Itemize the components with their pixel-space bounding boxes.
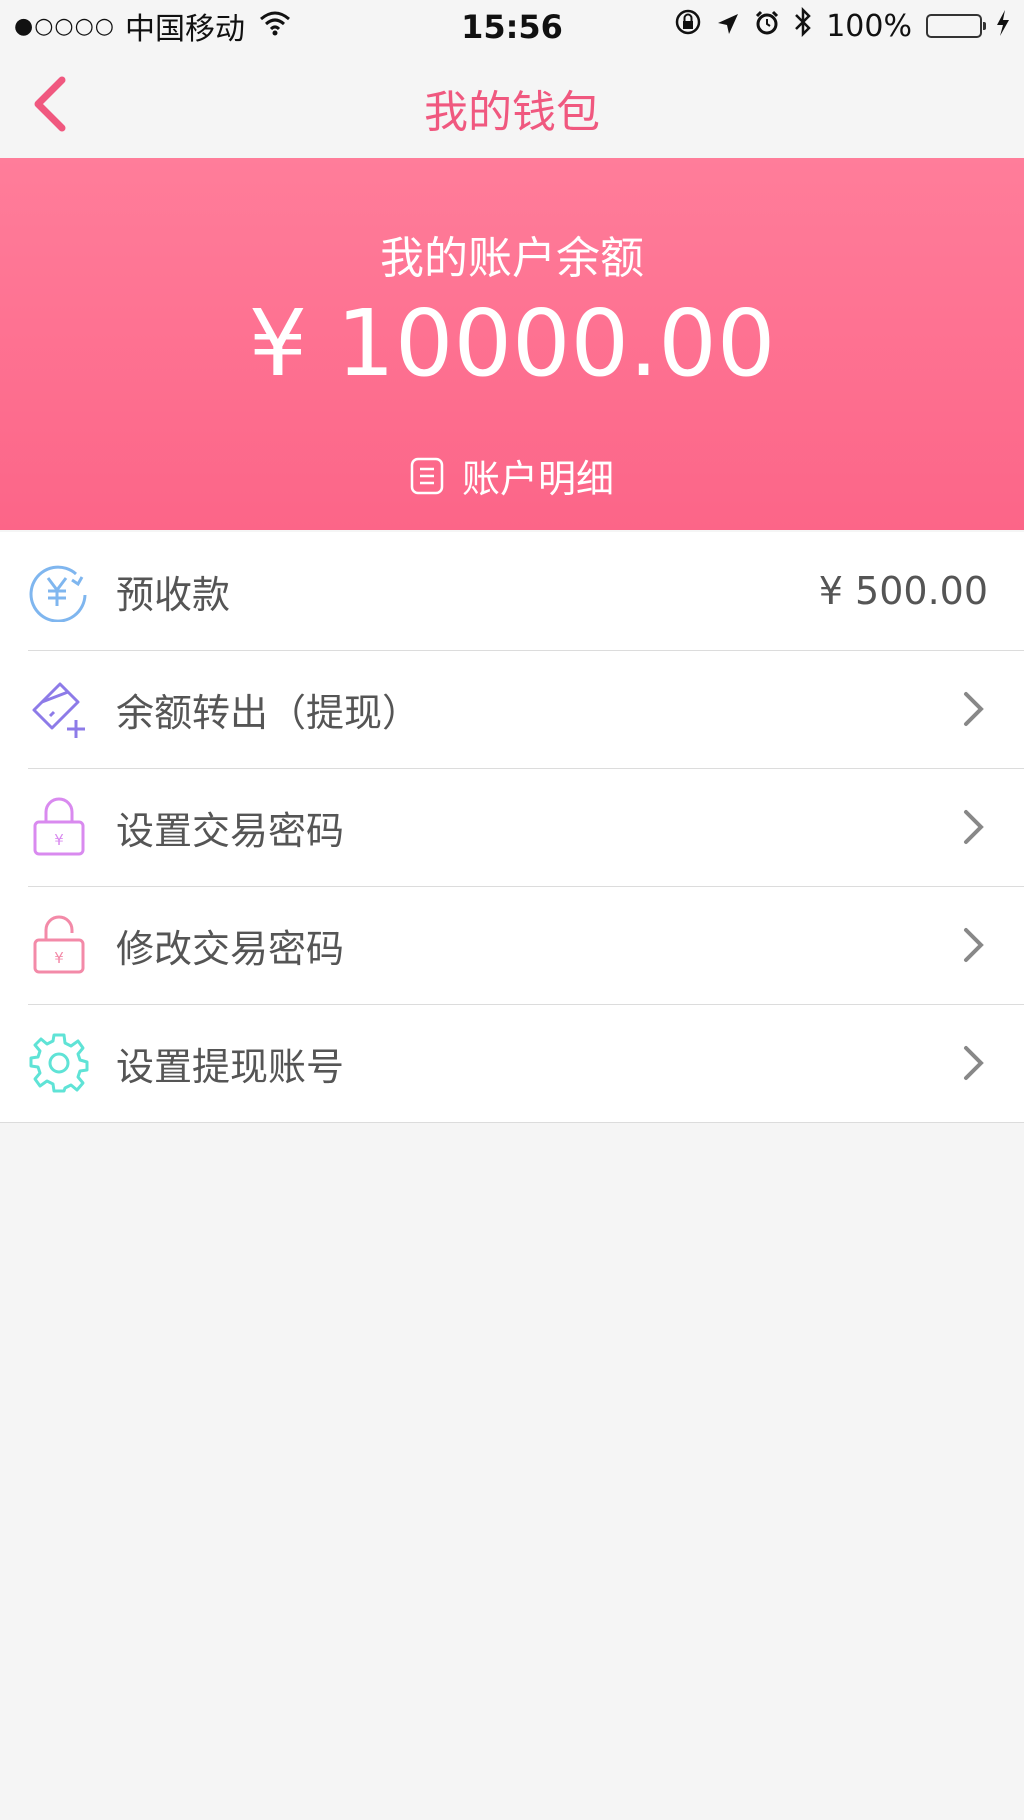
- menu-item-set-trade-password[interactable]: ¥ 设置交易密码: [0, 768, 1024, 886]
- menu-item-change-trade-password[interactable]: ¥ 修改交易密码: [0, 886, 1024, 1004]
- page-title: 我的钱包: [424, 87, 600, 138]
- prepayment-amount: ¥ 500.00: [818, 569, 988, 613]
- chevron-right-icon: [964, 1046, 984, 1080]
- menu-item-prepayment[interactable]: 预收款 ¥ 500.00: [0, 532, 1024, 650]
- chevron-right-icon: [964, 810, 984, 844]
- balance-card: 我的账户余额 ¥ 10000.00 账户明细: [0, 158, 1024, 530]
- status-bar: ●○○○○ 中国移动 15:56 100%: [0, 0, 1024, 52]
- orientation-lock-icon: [674, 8, 702, 44]
- svg-text:¥: ¥: [54, 949, 64, 967]
- menu-item-withdraw[interactable]: 余额转出（提现）: [0, 650, 1024, 768]
- chevron-right-icon: [964, 692, 984, 726]
- chevron-right-icon: [964, 928, 984, 962]
- balance-title: 我的账户余额: [380, 233, 644, 284]
- battery-icon: [926, 14, 986, 38]
- menu-item-label: 预收款: [116, 572, 231, 617]
- wallet-menu: 预收款 ¥ 500.00 余额转出（提现） ¥ 设置交易密码 ¥ 修改交易密码 …: [0, 532, 1024, 1123]
- charging-icon: [996, 9, 1010, 44]
- gear-icon: [28, 1032, 90, 1094]
- document-list-icon: [410, 457, 444, 494]
- lock-yuan-icon: ¥: [28, 796, 90, 858]
- account-detail-label: 账户明细: [461, 457, 614, 501]
- menu-item-label: 设置交易密码: [116, 808, 345, 853]
- navigation-bar: 我的钱包: [0, 52, 1024, 158]
- menu-item-set-withdraw-account[interactable]: 设置提现账号: [0, 1004, 1024, 1122]
- account-detail-link[interactable]: 账户明细: [0, 448, 1024, 503]
- bluetooth-icon: [794, 6, 812, 45]
- battery-percent: 100%: [826, 8, 912, 44]
- card-plus-icon: [28, 678, 90, 740]
- menu-item-label: 余额转出（提现）: [116, 690, 421, 735]
- balance-amount: ¥ 10000.00: [248, 290, 776, 397]
- yuan-refresh-icon: [28, 560, 90, 622]
- alarm-icon: [754, 9, 780, 44]
- svg-text:¥: ¥: [54, 831, 64, 849]
- menu-item-label: 设置提现账号: [116, 1044, 345, 1089]
- unlock-yuan-icon: ¥: [28, 914, 90, 976]
- location-icon: [716, 9, 740, 44]
- menu-item-label: 修改交易密码: [116, 926, 345, 971]
